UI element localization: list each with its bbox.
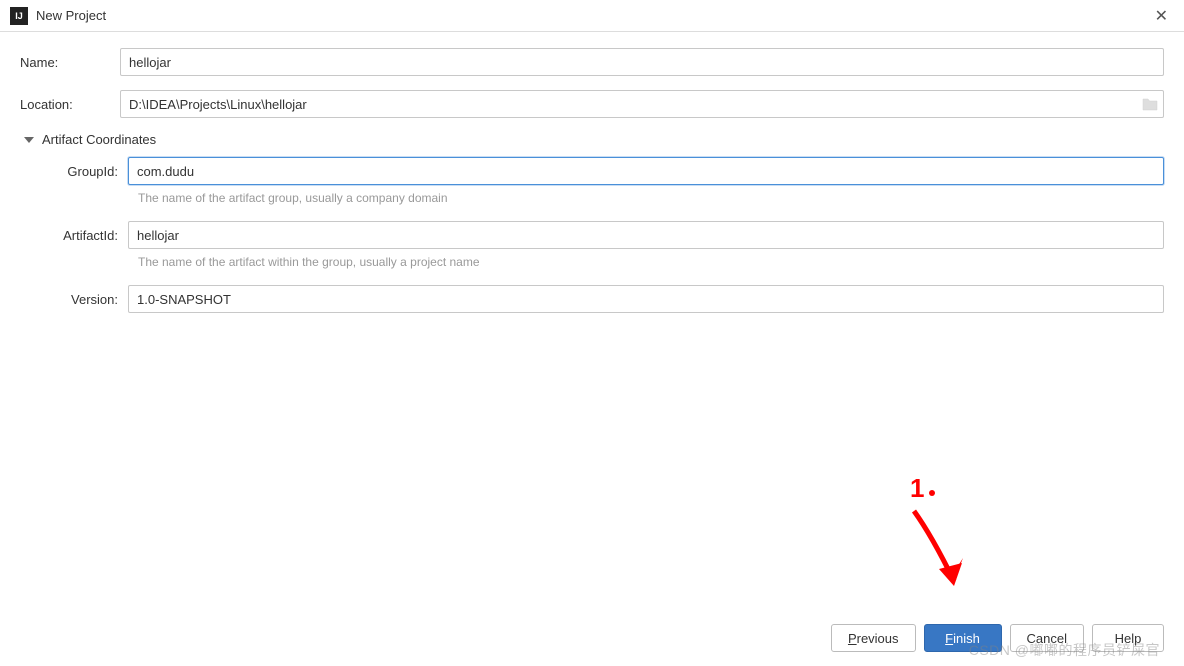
dialog-content: Name: Location: Artifact Coordinates Gro…: [0, 32, 1184, 313]
app-icon: IJ: [10, 7, 28, 25]
artifactid-label: ArtifactId:: [28, 228, 128, 243]
groupid-label: GroupId:: [28, 164, 128, 179]
window-title: New Project: [36, 8, 1149, 23]
previous-button[interactable]: Previous: [831, 624, 916, 652]
name-label: Name:: [20, 55, 120, 70]
groupid-input[interactable]: [128, 157, 1164, 185]
annotation-number: 1: [910, 473, 924, 503]
artifactid-hint: The name of the artifact within the grou…: [138, 255, 1164, 269]
groupid-hint: The name of the artifact group, usually …: [138, 191, 1164, 205]
name-input[interactable]: [120, 48, 1164, 76]
chevron-down-icon: [24, 137, 34, 143]
titlebar: IJ New Project ✕: [0, 0, 1184, 32]
location-row: Location:: [20, 90, 1164, 118]
button-bar: Previous Finish Cancel Help: [831, 624, 1164, 652]
artifactid-row: ArtifactId:: [28, 221, 1164, 249]
artifact-section: GroupId: The name of the artifact group,…: [28, 157, 1164, 313]
close-icon[interactable]: ✕: [1149, 6, 1174, 26]
cancel-button[interactable]: Cancel: [1010, 624, 1084, 652]
version-row: Version:: [28, 285, 1164, 313]
version-input[interactable]: [128, 285, 1164, 313]
arrow-annotation: 1: [884, 471, 984, 611]
section-title: Artifact Coordinates: [42, 132, 156, 147]
name-row: Name:: [20, 48, 1164, 76]
version-label: Version:: [28, 292, 128, 307]
finish-button[interactable]: Finish: [924, 624, 1002, 652]
artifactid-input[interactable]: [128, 221, 1164, 249]
artifact-coordinates-toggle[interactable]: Artifact Coordinates: [20, 132, 1164, 147]
folder-browse-icon[interactable]: [1142, 97, 1158, 111]
location-input[interactable]: [120, 90, 1164, 118]
help-button[interactable]: Help: [1092, 624, 1164, 652]
location-label: Location:: [20, 97, 120, 112]
groupid-row: GroupId:: [28, 157, 1164, 185]
